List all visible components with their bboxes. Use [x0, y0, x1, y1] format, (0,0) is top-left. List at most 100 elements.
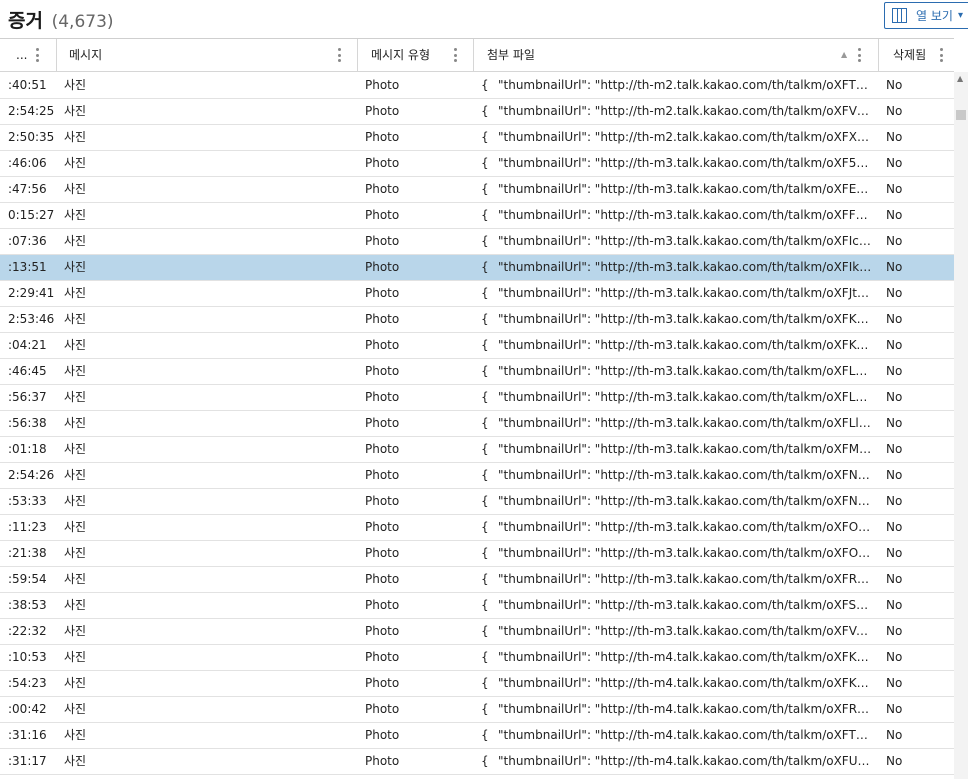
column-view-button[interactable]: 열 보기 ▾ [884, 2, 968, 29]
cell-deleted: No [886, 520, 903, 534]
column-menu-icon[interactable] [337, 48, 341, 62]
table-row[interactable]: :56:38 사진 Photo {"thumbnailUrl": "http://th… [0, 411, 954, 437]
column-header-type[interactable]: 메시지 유형 [371, 39, 430, 71]
table-row[interactable]: :47:56 사진 Photo {"thumbnailUrl": "http://th… [0, 177, 954, 203]
cell-brace: { [481, 728, 489, 742]
column-menu-icon[interactable] [35, 48, 39, 62]
cell-deleted: No [886, 598, 903, 612]
cell-brace: { [481, 702, 489, 716]
cell-message: 사진 [64, 234, 87, 248]
sort-ascending-icon[interactable]: ▲ [841, 39, 847, 71]
cell-attachment: "thumbnailUrl": "http://th-m3.talk.kakao… [498, 520, 872, 534]
page-title-text: 증거 [8, 10, 43, 32]
cell-type: Photo [365, 624, 400, 638]
cell-time: :10:53 [8, 650, 47, 664]
table-row[interactable]: :07:36 사진 Photo {"thumbnailUrl": "http://th… [0, 229, 954, 255]
cell-time: :07:36 [8, 234, 47, 248]
column-header-attachment[interactable]: 첨부 파일 [487, 39, 535, 71]
cell-brace: { [481, 416, 489, 430]
cell-attachment: "thumbnailUrl": "http://th-m3.talk.kakao… [498, 182, 872, 196]
cell-attachment: "thumbnailUrl": "http://th-m4.talk.kakao… [498, 728, 872, 742]
cell-deleted: No [886, 260, 903, 274]
column-menu-icon[interactable] [453, 48, 457, 62]
table-row[interactable]: 0:15:27 사진 Photo {"thumbnailUrl": "http://t… [0, 203, 954, 229]
cell-deleted: No [886, 208, 903, 222]
cell-time: :53:33 [8, 494, 47, 508]
cell-type: Photo [365, 598, 400, 612]
cell-type: Photo [365, 442, 400, 456]
table-row[interactable]: :00:42 사진 Photo {"thumbnailUrl": "http://th… [0, 697, 954, 723]
table-row[interactable]: :46:45 사진 Photo {"thumbnailUrl": "http://th… [0, 359, 954, 385]
cell-brace: { [481, 104, 489, 118]
table-row[interactable]: :31:17 사진 Photo {"thumbnailUrl": "http://th… [0, 749, 954, 775]
cell-deleted: No [886, 572, 903, 586]
table-row[interactable]: :53:33 사진 Photo {"thumbnailUrl": "http://th… [0, 489, 954, 515]
table-row[interactable]: :04:21 사진 Photo {"thumbnailUrl": "http://th… [0, 333, 954, 359]
column-resize-handle[interactable] [878, 39, 879, 71]
table-row[interactable]: 2:50:35 사진 Photo {"thumbnailUrl": "http://t… [0, 125, 954, 151]
table-row[interactable]: :54:23 사진 Photo {"thumbnailUrl": "http://th… [0, 671, 954, 697]
table-row[interactable]: :59:54 사진 Photo {"thumbnailUrl": "http://th… [0, 567, 954, 593]
table-row[interactable]: :10:53 사진 Photo {"thumbnailUrl": "http://th… [0, 645, 954, 671]
cell-type: Photo [365, 494, 400, 508]
cell-time: :04:21 [8, 338, 47, 352]
cell-deleted: No [886, 650, 903, 664]
table-row[interactable]: :46:06 사진 Photo {"thumbnailUrl": "http://th… [0, 151, 954, 177]
cell-type: Photo [365, 728, 400, 742]
column-header-message[interactable]: 메시지 [69, 39, 102, 71]
table-row[interactable]: 2:54:26 사진 Photo {"thumbnailUrl": "http://t… [0, 463, 954, 489]
column-resize-handle[interactable] [357, 39, 358, 71]
cell-time: 2:29:41 [8, 286, 55, 300]
cell-brace: { [481, 520, 489, 534]
cell-message: 사진 [64, 650, 87, 664]
table-row[interactable]: 2:53:46 사진 Photo {"thumbnailUrl": "http://t… [0, 307, 954, 333]
cell-brace: { [481, 182, 489, 196]
evidence-grid: ... 메시지 메시지 유형 첨부 파일 ▲ 삭제됨 :40:51 사진 Photo… [0, 38, 954, 780]
table-row-selected[interactable]: :13:51 사진 Photo {"thumbnailUrl": "http://th… [0, 255, 954, 281]
column-header-deleted[interactable]: 삭제됨 [893, 39, 926, 71]
table-row[interactable]: :22:32 사진 Photo {"thumbnailUrl": "http://th… [0, 619, 954, 645]
cell-brace: { [481, 598, 489, 612]
table-row[interactable]: 2:54:25 사진 Photo {"thumbnailUrl": "http://t… [0, 99, 954, 125]
cell-brace: { [481, 130, 489, 144]
cell-brace: { [481, 546, 489, 560]
cell-message: 사진 [64, 104, 87, 118]
cell-message: 사진 [64, 572, 87, 586]
cell-attachment: "thumbnailUrl": "http://th-m4.talk.kakao… [498, 754, 872, 768]
table-row[interactable]: :31:16 사진 Photo {"thumbnailUrl": "http://th… [0, 723, 954, 749]
column-menu-icon[interactable] [857, 48, 861, 62]
table-row[interactable]: :11:23 사진 Photo {"thumbnailUrl": "http://th… [0, 515, 954, 541]
table-row[interactable]: 2:29:41 사진 Photo {"thumbnailUrl": "http://t… [0, 281, 954, 307]
table-row[interactable]: :38:53 사진 Photo {"thumbnailUrl": "http://th… [0, 593, 954, 619]
cell-type: Photo [365, 260, 400, 274]
cell-time: :46:45 [8, 364, 47, 378]
cell-attachment: "thumbnailUrl": "http://th-m3.talk.kakao… [498, 208, 872, 222]
cell-time: :01:18 [8, 442, 47, 456]
cell-time: 2:54:25 [8, 104, 55, 118]
cell-message: 사진 [64, 364, 87, 378]
cell-type: Photo [365, 676, 400, 690]
cell-message: 사진 [64, 546, 87, 560]
cell-time: :31:17 [8, 754, 47, 768]
scrollbar-thumb[interactable] [956, 110, 966, 120]
column-menu-icon[interactable] [939, 48, 943, 62]
table-row[interactable]: :56:37 사진 Photo {"thumbnailUrl": "http://th… [0, 385, 954, 411]
table-row[interactable]: :40:51 사진 Photo {"thumbnailUrl": "http://th… [0, 73, 954, 99]
cell-time: :47:56 [8, 182, 47, 196]
cell-type: Photo [365, 520, 400, 534]
cell-attachment: "thumbnailUrl": "http://th-m4.talk.kakao… [498, 650, 872, 664]
column-resize-handle[interactable] [56, 39, 57, 71]
cell-deleted: No [886, 546, 903, 560]
table-row[interactable]: :01:18 사진 Photo {"thumbnailUrl": "http://th… [0, 437, 954, 463]
table-row[interactable]: :21:38 사진 Photo {"thumbnailUrl": "http://th… [0, 541, 954, 567]
cell-type: Photo [365, 754, 400, 768]
cell-attachment: "thumbnailUrl": "http://th-m3.talk.kakao… [498, 234, 872, 248]
cell-time: :22:32 [8, 624, 47, 638]
cell-deleted: No [886, 364, 903, 378]
column-header-time[interactable]: ... [8, 39, 36, 71]
vertical-scrollbar[interactable]: ▲ [954, 72, 968, 779]
cell-attachment: "thumbnailUrl": "http://th-m3.talk.kakao… [498, 468, 872, 482]
column-resize-handle[interactable] [473, 39, 474, 71]
cell-time: :31:16 [8, 728, 47, 742]
scroll-up-icon[interactable]: ▲ [957, 74, 963, 83]
